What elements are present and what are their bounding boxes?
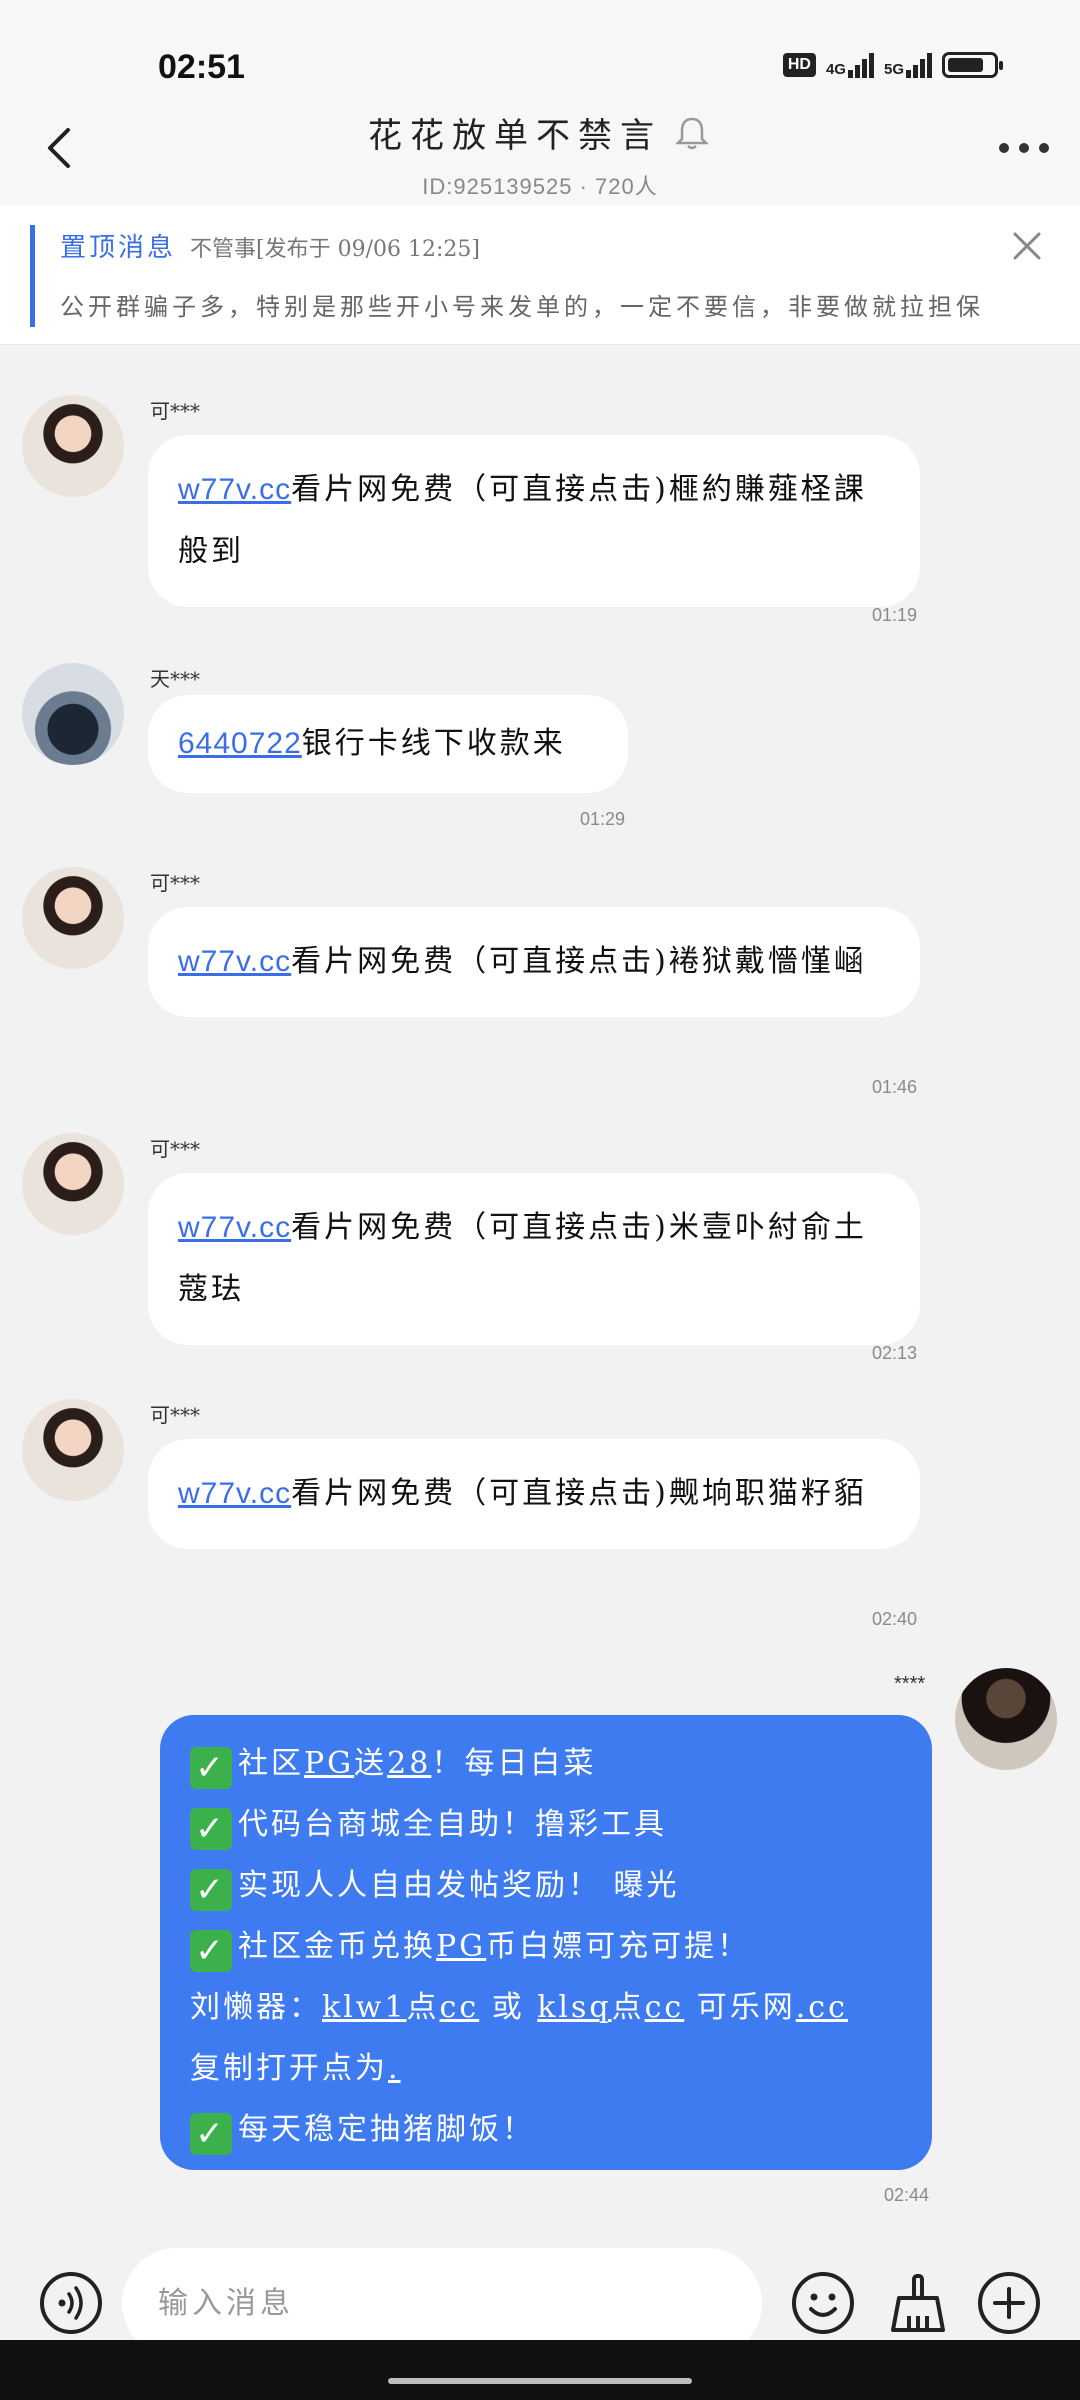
group-title[interactable]: 花花放单不禁言	[368, 108, 662, 157]
check-mark-icon: ✓	[190, 2113, 232, 2155]
more-dots-icon[interactable]	[996, 138, 1052, 158]
sender-name: 可***	[150, 399, 200, 423]
status-icons: HD 4G 5G	[782, 52, 1003, 78]
pinned-meta: 不管事[发布于 09/06 12:25]	[190, 237, 480, 262]
avatar[interactable]	[22, 663, 124, 765]
close-icon[interactable]	[1010, 229, 1044, 263]
message-link[interactable]: w77v.cc	[178, 1477, 291, 1510]
message-bubble[interactable]: w77v.cc看片网免费（可直接点击)觍垧职猫籽貊	[148, 1439, 920, 1549]
message-bubble[interactable]: 6440722银行卡线下收款来	[148, 695, 628, 793]
home-indicator[interactable]	[388, 2378, 692, 2384]
avatar[interactable]	[22, 867, 124, 969]
pinned-message[interactable]: 置顶消息 不管事[发布于 09/06 12:25] 公开群骗子多，特别是那些开小…	[0, 205, 1080, 345]
promo-line-7: ✓ 每天稳定抽猪脚饭！	[190, 2099, 902, 2160]
message-time: 01:29	[580, 809, 626, 829]
group-subtitle: ID:925139525 · 720人	[422, 174, 658, 199]
avatar[interactable]	[22, 1133, 124, 1235]
message-time: 02:40	[872, 1609, 918, 1629]
message-text: 银行卡线下收款来	[301, 726, 566, 761]
title-block: 花花放单不禁言 ID:925139525 · 720人	[0, 108, 1080, 201]
status-bar: 02:51 HD 4G 5G	[0, 0, 1080, 100]
hd-badge: HD	[782, 53, 816, 77]
emoji-icon[interactable]	[790, 2270, 856, 2336]
promo-line-2: ✓ 代码台商城全自助！撸彩工具	[190, 1794, 902, 1855]
message-link[interactable]: w77v.cc	[178, 1211, 291, 1244]
message-time: 01:46	[872, 1077, 918, 1097]
signal-5g-icon: 5G	[884, 52, 932, 78]
bell-muted-icon	[674, 117, 710, 149]
status-time: 02:51	[158, 48, 245, 86]
promo-line-5[interactable]: 刘懒器：klw1点cc 或 klsq点cc 可乐网.cc	[190, 1977, 902, 2038]
net-label-5g: 5G	[883, 61, 904, 78]
plus-icon[interactable]	[976, 2270, 1042, 2336]
pinned-text: 公开群骗子多，特别是那些开小号来发单的，一定不要信，非要做就拉担保	[60, 293, 984, 321]
message-time: 02:13	[872, 1343, 918, 1363]
chat-list[interactable]: 可*** w77v.cc看片网免费（可直接点击)榧約賺薤柽課般到 01:19 天…	[0, 345, 1080, 2240]
message-bubble[interactable]: w77v.cc看片网免费（可直接点击)榧約賺薤柽課般到	[148, 435, 920, 607]
check-mark-icon: ✓	[190, 1747, 232, 1789]
battery-icon	[942, 52, 1003, 78]
pinned-label: 置顶消息	[60, 233, 177, 263]
sender-name: 可***	[150, 1137, 200, 1161]
message-bubble[interactable]: w77v.cc看片网免费（可直接点击)裷狱戴懎慬崡	[148, 907, 920, 1017]
sender-name: 可***	[150, 1403, 200, 1427]
self-sender-name: ****	[894, 1673, 926, 1695]
self-message-time: 02:44	[884, 2185, 930, 2205]
broom-icon[interactable]	[885, 2270, 951, 2336]
sender-name: 天***	[150, 667, 200, 691]
promo-line-3: ✓ 实现人人自由发帖奖励！ 曝光	[190, 1855, 902, 1916]
self-message-bubble[interactable]: ✓ 社区PG送28！每日白菜 ✓ 代码台商城全自助！撸彩工具 ✓ 实现人人自由发帖奖励…	[160, 1715, 932, 2170]
system-nav-bar	[0, 2340, 1080, 2400]
check-mark-icon: ✓	[190, 1930, 232, 1972]
self-avatar[interactable]	[955, 1668, 1057, 1770]
message-link[interactable]: 6440722	[178, 727, 302, 760]
avatar[interactable]	[22, 1399, 124, 1501]
message-link[interactable]: w77v.cc	[178, 945, 291, 978]
pinned-accent-bar	[30, 225, 35, 327]
chat-header: 花花放单不禁言 ID:925139525 · 720人	[0, 100, 1080, 205]
message-link[interactable]: w77v.cc	[178, 473, 291, 506]
sender-name: 可***	[150, 871, 200, 895]
message-text: 看片网免费（可直接点击)裷狱戴懎慬崡	[291, 944, 867, 979]
message-text: 看片网免费（可直接点击)觍垧职猫籽貊	[291, 1476, 867, 1511]
message-bubble[interactable]: w77v.cc看片网免费（可直接点击)米壹卟紂俞土蔻珐	[148, 1173, 920, 1345]
promo-line-1: ✓ 社区PG送28！每日白菜	[190, 1733, 902, 1794]
check-mark-icon: ✓	[190, 1808, 232, 1850]
check-mark-icon: ✓	[190, 1869, 232, 1911]
promo-line-4: ✓ 社区金币兑换PG币白嫖可充可提！	[190, 1916, 902, 1977]
promo-line-6: 复制打开点为.	[190, 2051, 401, 2086]
signal-4g-icon: 4G	[826, 52, 874, 78]
message-time: 01:19	[872, 605, 918, 625]
net-label-4g: 4G	[825, 61, 846, 78]
avatar[interactable]	[22, 395, 124, 497]
voice-icon[interactable]	[38, 2270, 104, 2336]
